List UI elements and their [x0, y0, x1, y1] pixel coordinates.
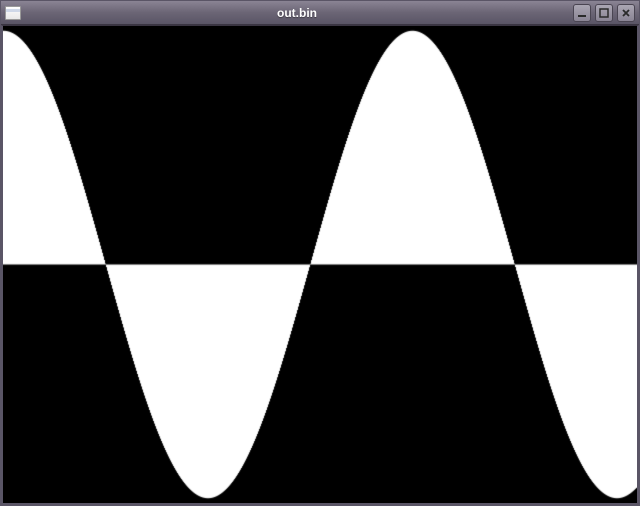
maximize-button[interactable]	[595, 4, 613, 22]
window: out.bin	[0, 0, 640, 506]
waveform-plot	[3, 26, 637, 503]
window-buttons	[573, 4, 635, 22]
minimize-icon	[577, 8, 587, 18]
close-button[interactable]	[617, 4, 635, 22]
maximize-icon	[599, 8, 609, 18]
waveform-viewport	[1, 25, 639, 505]
titlebar[interactable]: out.bin	[1, 1, 639, 25]
close-icon	[621, 8, 631, 18]
window-title: out.bin	[27, 6, 567, 20]
app-icon	[5, 6, 21, 20]
minimize-button[interactable]	[573, 4, 591, 22]
